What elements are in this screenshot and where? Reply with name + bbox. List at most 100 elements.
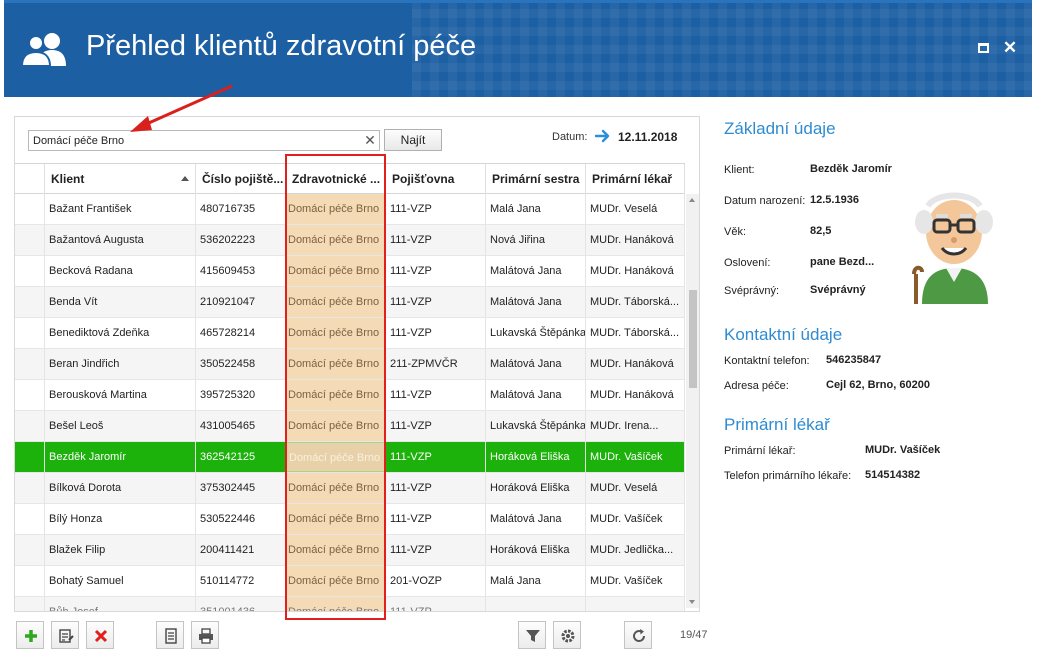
column-header-insurance-number[interactable]: Číslo pojiště... bbox=[196, 164, 286, 194]
arrow-right-icon[interactable] bbox=[594, 127, 612, 145]
doctor-phone-value: 514514382 bbox=[865, 469, 921, 481]
filter-button[interactable] bbox=[518, 621, 546, 649]
scroll-up-icon[interactable] bbox=[689, 198, 695, 202]
cell-client: Becková Radana bbox=[45, 256, 196, 286]
cell-primary-doctor: MUDr. Hanáková bbox=[586, 380, 685, 410]
cell-client: Benda Vít bbox=[45, 287, 196, 317]
row-indicator[interactable] bbox=[15, 256, 45, 286]
birth-date-value: 12.5.1936 bbox=[810, 194, 859, 206]
cell-client: Bažantová Augusta bbox=[45, 225, 196, 255]
row-indicator[interactable] bbox=[15, 566, 45, 596]
refresh-button[interactable] bbox=[624, 621, 652, 649]
cell-insurer: 111-VZP bbox=[386, 411, 486, 441]
cell-primary-nurse: Malá Jana bbox=[486, 566, 586, 596]
cell-insurer: 111-VZP bbox=[386, 225, 486, 255]
care-address-label: Adresa péče: bbox=[724, 380, 789, 392]
cell-primary-doctor: MUDr. Táborská... bbox=[586, 318, 685, 348]
document-button[interactable] bbox=[156, 621, 184, 649]
settings-button[interactable] bbox=[553, 621, 581, 649]
row-indicator[interactable] bbox=[15, 349, 45, 379]
cell-client: Bůh Josef bbox=[45, 597, 196, 611]
row-indicator[interactable] bbox=[15, 597, 45, 611]
cell-insurance-number: 395725320 bbox=[196, 380, 286, 410]
maximize-icon[interactable] bbox=[976, 40, 992, 56]
salutation-label: Oslovení: bbox=[724, 257, 771, 269]
competent-label: Svéprávný: bbox=[724, 285, 780, 297]
column-header-primary-doctor[interactable]: Primární lékař bbox=[586, 164, 685, 194]
cell-insurance-number: 415609453 bbox=[196, 256, 286, 286]
cell-insurance-number: 465728214 bbox=[196, 318, 286, 348]
clear-search-icon[interactable]: ✕ bbox=[362, 131, 378, 149]
primary-doctor-label: Primární lékař: bbox=[724, 445, 796, 457]
row-indicator[interactable] bbox=[15, 318, 45, 348]
cell-insurer: 111-VZP bbox=[386, 442, 486, 472]
cell-primary-doctor: MUDr. Jedlička... bbox=[586, 535, 685, 565]
column-header-insurer[interactable]: Pojišťovna bbox=[386, 164, 486, 194]
cell-client: Bílková Dorota bbox=[45, 473, 196, 503]
scroll-thumb[interactable] bbox=[689, 290, 697, 388]
cell-primary-doctor: MUDr. Vašíček bbox=[586, 504, 685, 534]
cell-primary-doctor: MUDr. Veselá bbox=[586, 194, 685, 224]
cell-client: Berousková Martina bbox=[45, 380, 196, 410]
contact-phone-value: 546235847 bbox=[826, 354, 882, 366]
cell-insurer: 111-VZP bbox=[386, 256, 486, 286]
table-scrollbar[interactable] bbox=[686, 194, 699, 608]
cell-client: Blažek Filip bbox=[45, 535, 196, 565]
row-indicator[interactable] bbox=[15, 194, 45, 224]
cell-primary-doctor: MUDr. Táborská... bbox=[586, 287, 685, 317]
row-indicator[interactable] bbox=[15, 287, 45, 317]
age-value: 82,5 bbox=[810, 225, 832, 237]
column-header-client[interactable]: Klient bbox=[45, 164, 196, 194]
cell-insurance-number: 530522446 bbox=[196, 504, 286, 534]
cell-insurance-number: 510114772 bbox=[196, 566, 286, 596]
cell-primary-nurse: Horáková Eliška bbox=[486, 442, 586, 472]
cell-insurer: 211-ZPMVČR bbox=[386, 349, 486, 379]
print-button[interactable] bbox=[191, 621, 219, 649]
cell-insurance-number: 362542125 bbox=[196, 442, 286, 472]
contact-phone-label: Kontaktní telefon: bbox=[724, 355, 810, 367]
cell-insurance-number: 210921047 bbox=[196, 287, 286, 317]
row-indicator[interactable] bbox=[15, 442, 45, 472]
record-count: 19/47 bbox=[680, 629, 708, 641]
cell-insurance-number: 351001436 bbox=[196, 597, 286, 611]
section-title-doctor: Primární lékař bbox=[724, 415, 830, 434]
app-window: Přehled klientů zdravotní péče ✕ ✕ Najít… bbox=[0, 0, 1042, 658]
cell-primary-doctor: MUDr. Vašíček bbox=[586, 566, 685, 596]
birth-date-label: Datum narození: bbox=[724, 195, 806, 207]
cell-primary-doctor: MUDr. Hanáková bbox=[586, 349, 685, 379]
competent-value: Svéprávný bbox=[810, 284, 866, 296]
search-button[interactable]: Najít bbox=[384, 129, 442, 151]
column-header-primary-nurse[interactable]: Primární sestra bbox=[486, 164, 586, 194]
cell-primary-nurse: Horáková Eliška bbox=[486, 535, 586, 565]
gear-icon bbox=[561, 629, 575, 643]
primary-doctor-value: MUDr. Vašíček bbox=[865, 444, 941, 456]
edit-button[interactable] bbox=[51, 621, 79, 649]
row-indicator[interactable] bbox=[15, 504, 45, 534]
row-indicator[interactable] bbox=[15, 473, 45, 503]
cell-client: Bešel Leoš bbox=[45, 411, 196, 441]
cell-primary-nurse: Malá Jana bbox=[486, 194, 586, 224]
client-value: Bezděk Jaromír bbox=[810, 163, 892, 175]
add-button[interactable] bbox=[16, 621, 44, 649]
window-title: Přehled klientů zdravotní péče bbox=[86, 30, 477, 62]
scroll-down-icon[interactable] bbox=[689, 600, 695, 604]
care-address-value: Cejl 62, Brno, 60200 bbox=[826, 379, 930, 391]
delete-button[interactable] bbox=[86, 621, 114, 649]
row-indicator[interactable] bbox=[15, 411, 45, 441]
header-pattern bbox=[412, 0, 1032, 97]
facility-column-highlight bbox=[285, 154, 386, 620]
row-indicator[interactable] bbox=[15, 380, 45, 410]
date-value: 12.11.2018 bbox=[618, 130, 678, 144]
cell-primary-doctor: MUDr. Irena... bbox=[586, 411, 685, 441]
row-indicator[interactable] bbox=[15, 225, 45, 255]
cell-client: Bažant František bbox=[45, 194, 196, 224]
cell-insurance-number: 480716735 bbox=[196, 194, 286, 224]
cell-primary-nurse: Malátová Jana bbox=[486, 349, 586, 379]
edit-icon bbox=[59, 629, 74, 643]
cell-primary-doctor: MUDr. Vašíček bbox=[586, 442, 685, 472]
row-indicator[interactable] bbox=[15, 535, 45, 565]
salutation-value: pane Bezd... bbox=[810, 256, 875, 268]
filter-icon bbox=[526, 630, 540, 642]
close-icon[interactable]: ✕ bbox=[1002, 39, 1018, 56]
cell-primary-nurse: Lukavská Štěpánka bbox=[486, 318, 586, 348]
